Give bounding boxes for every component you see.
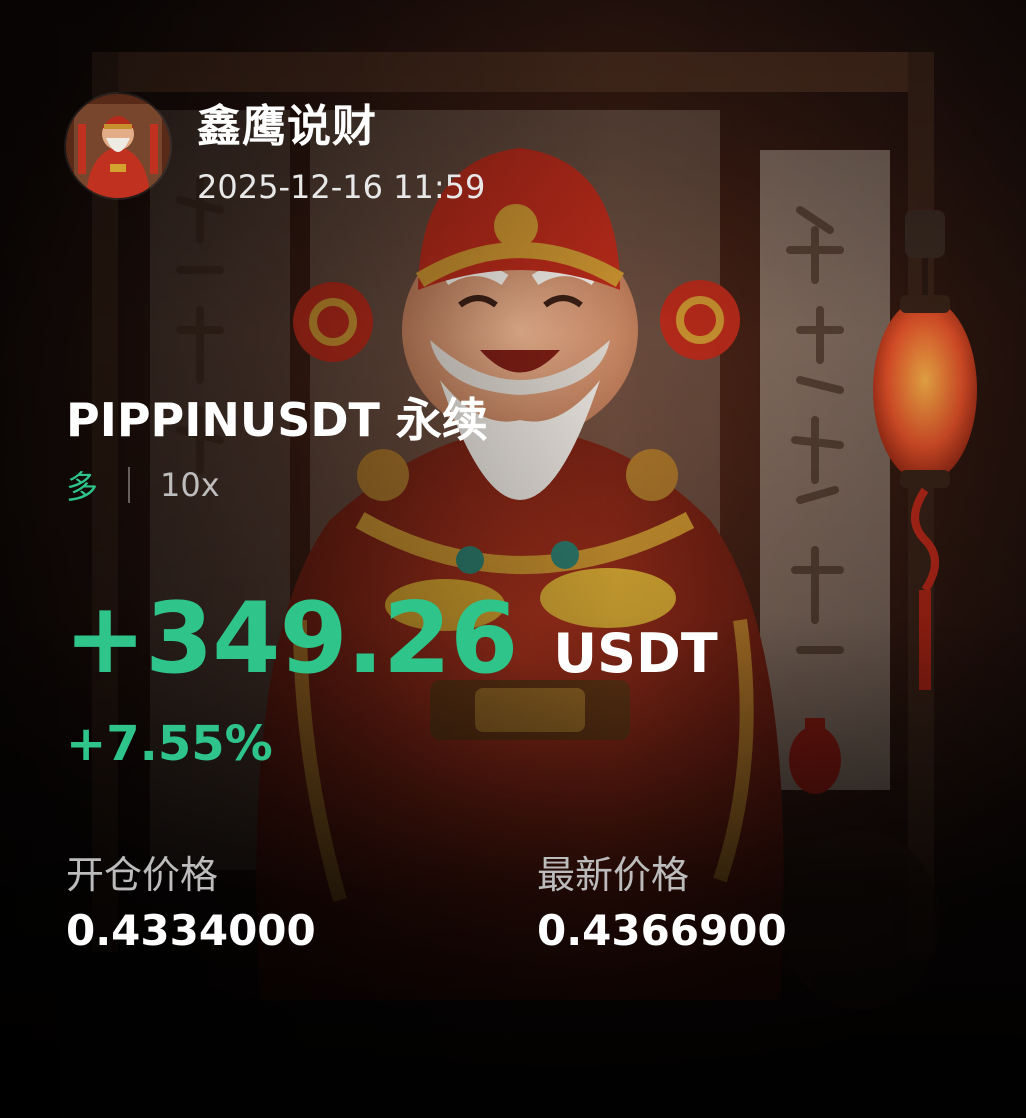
pnl-amount: +349.26 xyxy=(64,582,518,696)
position-side: 多 xyxy=(66,468,99,506)
author-name[interactable]: 鑫鹰说财 xyxy=(197,90,377,154)
divider xyxy=(128,467,131,503)
leverage: 10x xyxy=(160,466,220,504)
pnl-row: +349.26 USDT xyxy=(64,582,718,696)
pnl-unit: USDT xyxy=(553,622,718,685)
trading-pair: PIPPINUSDT 永续 xyxy=(66,393,488,447)
pnl-percent: +7.55% xyxy=(66,716,273,772)
position-meta: 多 10x xyxy=(66,462,220,508)
entry-price-value: 0.4334000 xyxy=(66,906,316,955)
pnl-share-card: 鑫鹰说财 2025-12-16 11:59 PIPPINUSDT 永续 多 10… xyxy=(0,0,1026,1118)
entry-price-label: 开仓价格 xyxy=(66,853,219,897)
god-of-wealth-avatar-icon xyxy=(66,94,170,198)
avatar[interactable] xyxy=(66,94,170,198)
latest-price-label: 最新价格 xyxy=(537,853,690,897)
post-timestamp: 2025-12-16 11:59 xyxy=(197,168,486,206)
latest-price-value: 0.4366900 xyxy=(537,906,787,955)
